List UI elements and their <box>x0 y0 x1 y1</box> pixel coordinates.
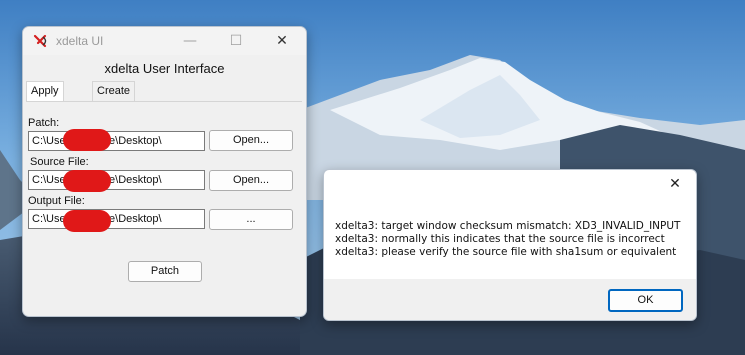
minimize-button[interactable]: — <box>167 27 213 55</box>
dialog-close-button[interactable]: ✕ <box>660 172 690 196</box>
source-path-field[interactable]: C:\Use OneDrive\Desktop\ <box>28 170 205 190</box>
close-button[interactable]: ✕ <box>259 27 305 55</box>
dialog-message-line: xdelta3: normally this indicates that th… <box>335 233 665 245</box>
window-title: xdelta UI <box>56 34 104 48</box>
patch-label: Patch: <box>28 117 60 129</box>
redaction-mark <box>63 129 111 151</box>
xdelta-logo-icon <box>33 34 47 48</box>
patch-open-button[interactable]: Open... <box>209 130 293 151</box>
redaction-mark <box>63 210 111 232</box>
source-open-button[interactable]: Open... <box>209 170 293 191</box>
tab-create-patch[interactable]: Create Patch <box>92 81 136 116</box>
ok-button[interactable]: OK <box>608 289 683 312</box>
xdelta-window: xdelta UI — ☐ ✕ xdelta User Interface Ap… <box>22 26 307 317</box>
source-file-label: Source File: <box>30 156 89 168</box>
dialog-message-line: xdelta3: target window checksum mismatch… <box>335 220 681 232</box>
output-file-label: Output File: <box>28 195 85 207</box>
dialog-message: xdelta3: target window checksum mismatch… <box>335 220 680 259</box>
redaction-mark <box>63 170 111 192</box>
dialog-message-line: xdelta3: please verify the source file w… <box>335 246 677 258</box>
dialog-footer: OK <box>324 279 696 320</box>
output-path-field[interactable]: C:\Use OneDrive\Desktop\ <box>28 209 205 229</box>
output-browse-button[interactable]: ... <box>209 209 293 230</box>
maximize-button[interactable]: ☐ <box>213 27 259 55</box>
patch-button[interactable]: Patch <box>128 261 202 282</box>
patch-path-field[interactable]: C:\Use OneDrive\Desktop\ <box>28 131 205 151</box>
title-bar[interactable]: xdelta UI — ☐ ✕ <box>23 27 306 55</box>
apply-patch-panel: Patch: C:\Use OneDrive\Desktop\ Open... … <box>26 101 302 314</box>
app-heading: xdelta User Interface <box>104 61 225 76</box>
error-dialog: ✕ xdelta3: target window checksum mismat… <box>323 169 697 321</box>
tab-apply-patch[interactable]: Apply Patch <box>26 81 65 116</box>
